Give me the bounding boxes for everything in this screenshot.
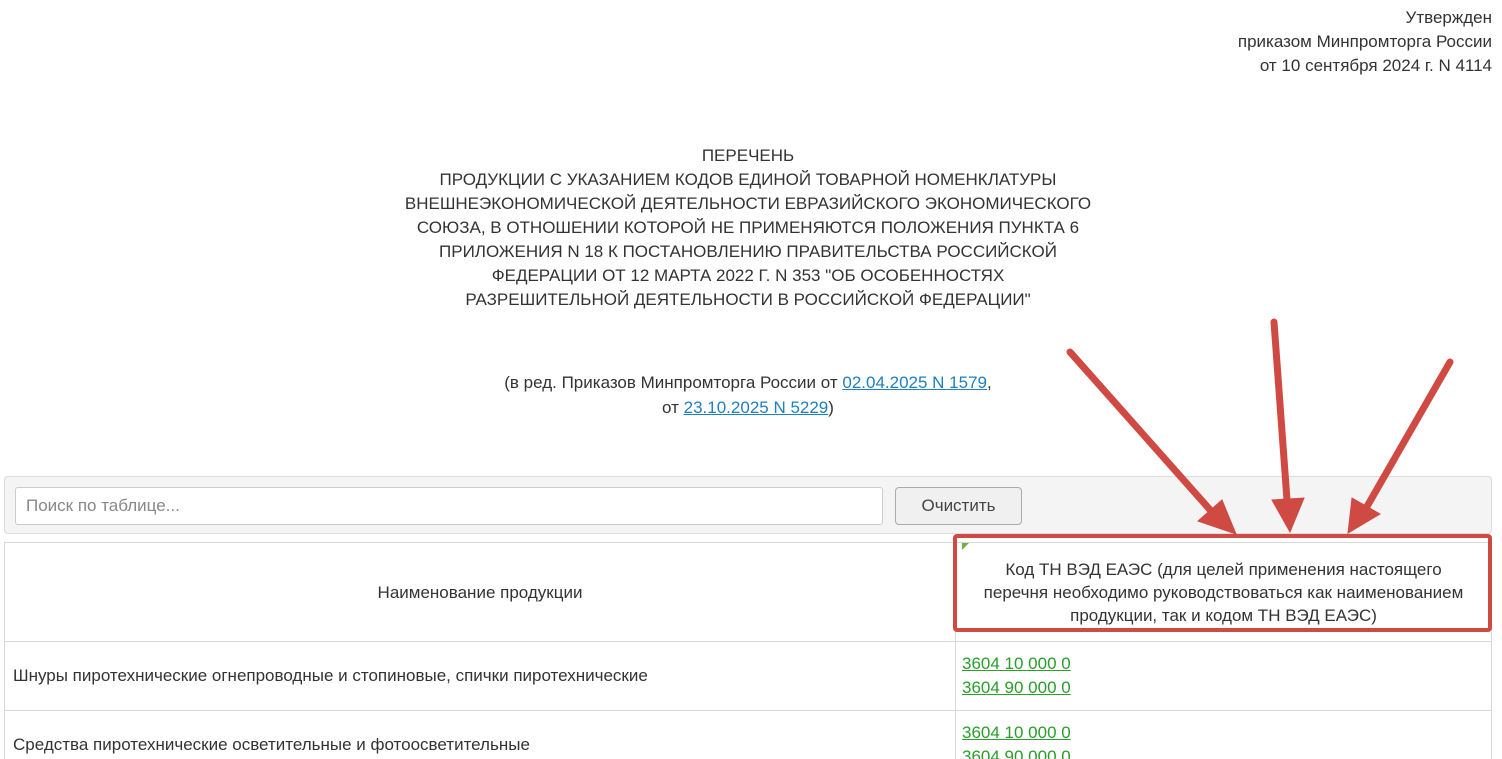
revision-line-1: (в ред. Приказов Минпромторга России от … [380, 370, 1116, 395]
title-line: РАЗРЕШИТЕЛЬНОЙ ДЕЯТЕЛЬНОСТИ В РОССИЙСКОЙ… [465, 290, 1031, 309]
product-name-cell: Шнуры пиротехнические огнепроводные и ст… [4, 641, 956, 711]
revision-line-2: от 23.10.2025 N 5229) [380, 395, 1116, 420]
annotation-arrow-middle [1270, 318, 1291, 504]
title-line: ПРОДУКЦИИ С УКАЗАНИЕМ КОДОВ ЕДИНОЙ ТОВАР… [439, 170, 1057, 189]
title-line: ПРИЛОЖЕНИЯ N 18 К ПОСТАНОВЛЕНИЮ ПРАВИТЕЛ… [439, 242, 1057, 261]
revision-prefix: (в ред. Приказов Минпромторга России от [504, 373, 843, 392]
column-header-code[interactable]: Код ТН ВЭД ЕАЭС (для целей применения на… [955, 542, 1492, 642]
document-page: Утвержден приказом Минпромторга России о… [0, 0, 1502, 759]
product-code-cell: 3604 10 000 0 3604 90 000 0 [955, 641, 1492, 711]
title-line: ВНЕШНЕЭКОНОМИЧЕСКОЙ ДЕЯТЕЛЬНОСТИ ЕВРАЗИЙ… [404, 194, 1092, 213]
search-input[interactable] [15, 487, 883, 525]
document-title: ПЕРЕЧЕНЬ ПРОДУКЦИИ С УКАЗАНИЕМ КОДОВ ЕДИ… [380, 144, 1116, 312]
title-line: СОЮЗА, В ОТНОШЕНИИ КОТОРОЙ НЕ ПРИМЕНЯЮТС… [416, 218, 1080, 237]
revision-line2-prefix: от [662, 398, 684, 417]
column-header-name[interactable]: Наименование продукции [4, 542, 956, 642]
product-name-cell: Средства пиротехнические осветительные и… [4, 710, 956, 759]
cell-comment-marker [962, 543, 969, 550]
revision-separator: , [986, 373, 992, 392]
revision-note: (в ред. Приказов Минпромторга России от … [380, 370, 1116, 420]
product-code-cell: 3604 10 000 0 3604 90 000 0 [955, 710, 1492, 759]
code-link[interactable]: 3604 10 000 0 [962, 652, 1485, 676]
approval-line-2: приказом Минпромторга России [1237, 32, 1492, 51]
approval-line-3: от 10 сентября 2024 г. N 4114 [1259, 56, 1492, 75]
search-panel: Очистить [4, 476, 1492, 534]
revision-link-1[interactable]: 02.04.2025 N 1579 [842, 373, 987, 392]
products-table: Наименование продукции Код ТН ВЭД ЕАЭС (… [4, 542, 1492, 759]
revision-suffix: ) [828, 398, 834, 417]
clear-button[interactable]: Очистить [895, 487, 1022, 525]
code-link[interactable]: 3604 10 000 0 [962, 721, 1485, 745]
table-row: Шнуры пиротехнические огнепроводные и ст… [4, 641, 1492, 711]
table-header-row: Наименование продукции Код ТН ВЭД ЕАЭС (… [4, 542, 1492, 642]
code-link[interactable]: 3604 90 000 0 [962, 676, 1485, 700]
revision-link-2[interactable]: 23.10.2025 N 5229 [684, 398, 829, 417]
title-line: ФЕДЕРАЦИИ ОТ 12 МАРТА 2022 Г. N 353 "ОБ … [491, 266, 1005, 285]
approval-line-1: Утвержден [1405, 8, 1492, 27]
code-link[interactable]: 3604 90 000 0 [962, 745, 1485, 759]
table-row: Средства пиротехнические осветительные и… [4, 710, 1492, 759]
approval-block: Утвержден приказом Минпромторга России о… [1238, 6, 1492, 78]
title-line: ПЕРЕЧЕНЬ [701, 146, 795, 165]
